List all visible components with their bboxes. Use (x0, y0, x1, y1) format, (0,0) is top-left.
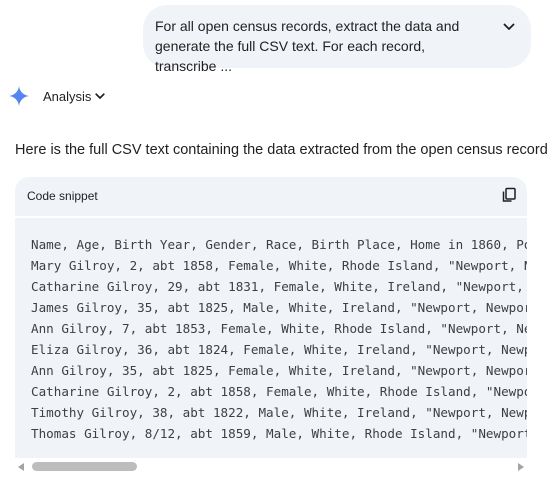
code-line: Ann Gilroy, 35, abt 1825, Female, White,… (31, 363, 527, 378)
chat-page: For all open census records, extract the… (0, 0, 548, 485)
code-block-header: Code snippet (15, 177, 527, 216)
chevron-down-icon (503, 23, 515, 30)
code-line: Name, Age, Birth Year, Gender, Race, Bir… (31, 237, 527, 252)
user-prompt-bubble: For all open census records, extract the… (143, 5, 531, 74)
expand-prompt-button[interactable] (501, 19, 517, 35)
code-line: Catharine Gilroy, 29, abt 1831, Female, … (31, 279, 527, 294)
scroll-left-arrow-icon[interactable] (18, 463, 24, 471)
copy-code-button[interactable] (501, 187, 517, 203)
chevron-down-icon (95, 92, 106, 99)
code-line: Ann Gilroy, 7, abt 1853, Female, White, … (31, 321, 527, 336)
code-line: Timothy Gilroy, 38, abt 1822, Male, Whit… (31, 405, 527, 420)
code-line: Eliza Gilroy, 36, abt 1824, Female, Whit… (31, 342, 527, 357)
code-line: James Gilroy, 35, abt 1825, Male, White,… (31, 300, 527, 315)
response-intro-text: Here is the full CSV text containing the… (15, 142, 548, 158)
analysis-toggle[interactable]: Analysis (43, 88, 106, 104)
horizontal-scrollbar[interactable] (15, 458, 527, 476)
scrollbar-thumb[interactable] (32, 462, 137, 471)
user-prompt-text: For all open census records, extract the… (155, 18, 460, 74)
code-block-title: Code snippet (27, 189, 98, 203)
code-lines: Name, Age, Birth Year, Gender, Race, Bir… (31, 234, 527, 444)
code-block-body: Name, Age, Birth Year, Gender, Race, Bir… (15, 218, 527, 458)
code-line: Catharine Gilroy, 2, abt 1858, Female, W… (31, 384, 527, 399)
gemini-spark-icon (8, 85, 30, 107)
analysis-label: Analysis (43, 88, 92, 104)
scroll-right-arrow-icon[interactable] (518, 463, 524, 471)
copy-icon (502, 187, 516, 202)
code-line: Mary Gilroy, 2, abt 1858, Female, White,… (31, 258, 527, 273)
code-line: Thomas Gilroy, 8/12, abt 1859, Male, Whi… (31, 426, 527, 441)
